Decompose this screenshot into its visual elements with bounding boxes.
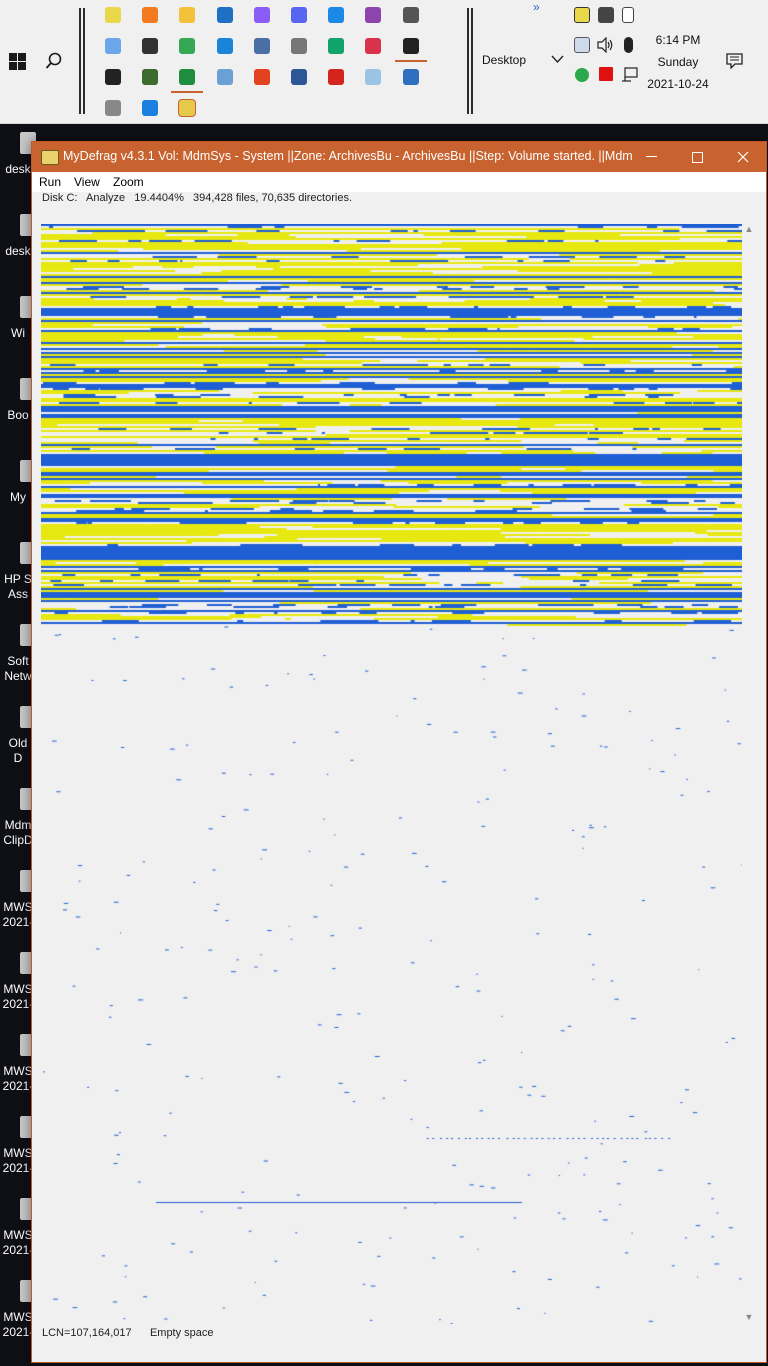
toolbar-grip[interactable]: [79, 8, 81, 114]
word-icon[interactable]: [291, 69, 307, 85]
robot-app-icon[interactable]: [365, 38, 382, 54]
xwin-icon[interactable]: [105, 7, 121, 23]
excel-qr-icon[interactable]: [179, 69, 196, 85]
search-icon[interactable]: [45, 52, 63, 70]
status-line: LCN=107,164,017 Empty space: [42, 1327, 214, 1339]
title-bar[interactable]: MyDefrag v4.3.1 Vol: MdmSys - System ||Z…: [32, 142, 766, 172]
clock-date[interactable]: 2021-10-24: [640, 77, 716, 91]
clock-day[interactable]: Sunday: [640, 55, 716, 69]
messenger-icon[interactable]: [253, 7, 270, 23]
firefox-icon[interactable]: [142, 7, 159, 23]
minimize-button[interactable]: [628, 142, 674, 172]
scroll-up-arrow[interactable]: ▲: [744, 224, 754, 236]
menu-zoom[interactable]: Zoom: [113, 175, 144, 189]
desktop-toolbar-label[interactable]: Desktop: [482, 53, 526, 67]
vscode-icon[interactable]: [328, 7, 345, 23]
clock-check-icon[interactable]: [105, 100, 121, 116]
vertical-scrollbar[interactable]: ▲ ▼: [744, 224, 754, 1324]
green-app-icon[interactable]: [328, 38, 345, 54]
green-shield-tray-icon[interactable]: [575, 68, 589, 82]
menu-run[interactable]: Run: [39, 175, 61, 189]
menu-view[interactable]: View: [74, 175, 100, 189]
taskbar: Desktop » 6:14 PM Sunday 2021-10-24: [0, 0, 768, 124]
toolbar-grip[interactable]: [467, 8, 469, 114]
xwin-tray-icon[interactable]: [574, 7, 590, 23]
cmd-icon[interactable]: [402, 38, 419, 54]
photo-viewer-icon[interactable]: [216, 69, 233, 85]
disk-map-area[interactable]: [41, 224, 742, 1324]
toolbar-grip-line: [471, 8, 473, 114]
close-button[interactable]: [720, 142, 766, 172]
notepad-icon[interactable]: [365, 69, 382, 85]
maximize-button[interactable]: [674, 142, 720, 172]
camera-icon[interactable]: [142, 38, 159, 54]
network-monitor-icon[interactable]: [253, 38, 270, 54]
microphone-icon[interactable]: [624, 37, 633, 53]
tree-icon[interactable]: [142, 69, 159, 85]
file-explorer-icon[interactable]: [179, 7, 196, 23]
office-icon[interactable]: [253, 69, 270, 85]
settings-icon[interactable]: [291, 38, 307, 54]
chevron-down-icon[interactable]: [551, 55, 564, 64]
visual-studio-icon[interactable]: [365, 7, 382, 23]
scroll-down-arrow[interactable]: ▼: [744, 1312, 754, 1324]
todo-check-icon[interactable]: [142, 100, 159, 116]
usb-drive-icon[interactable]: [622, 7, 634, 23]
app-grid-icon[interactable]: [216, 38, 233, 54]
network-icon[interactable]: [621, 67, 638, 82]
speaker-icon[interactable]: [597, 37, 615, 53]
camera-tray-icon[interactable]: [598, 7, 614, 23]
document-icon[interactable]: [394, 60, 427, 85]
disk-cluster-map[interactable]: [41, 224, 742, 1324]
overflow-chevron[interactable]: »: [533, 0, 540, 14]
close-icon: [737, 151, 749, 163]
window-title: MyDefrag v4.3.1 Vol: MdmSys - System ||Z…: [63, 149, 633, 163]
maximize-icon: [691, 151, 703, 163]
red-stop-icon[interactable]: [599, 67, 613, 81]
windows-legacy-icon[interactable]: [105, 38, 121, 54]
outlook-icon[interactable]: [216, 7, 233, 23]
start-button[interactable]: [9, 53, 26, 70]
disk-info-line: Disk C: Analyze 19.4404% 394,428 files, …: [42, 192, 353, 204]
mydefrag-app-icon[interactable]: [41, 150, 59, 165]
menu-bar: Run View Zoom: [32, 172, 766, 192]
mydefrag-icon[interactable]: [171, 91, 204, 117]
notification-icon[interactable]: [726, 53, 743, 69]
mydefrag-window: MyDefrag v4.3.1 Vol: MdmSys - System ||Z…: [31, 141, 767, 1363]
minimize-icon: [645, 156, 657, 157]
acrobat-icon[interactable]: [328, 69, 345, 85]
cmd-icon[interactable]: [105, 69, 121, 85]
clock-time[interactable]: 6:14 PM: [640, 33, 716, 47]
gimp-icon[interactable]: [402, 7, 419, 23]
monitor-tray-icon[interactable]: [574, 37, 590, 53]
chrome-icon[interactable]: [179, 38, 196, 54]
discord-icon[interactable]: [291, 7, 307, 23]
toolbar-grip-line: [83, 8, 85, 114]
